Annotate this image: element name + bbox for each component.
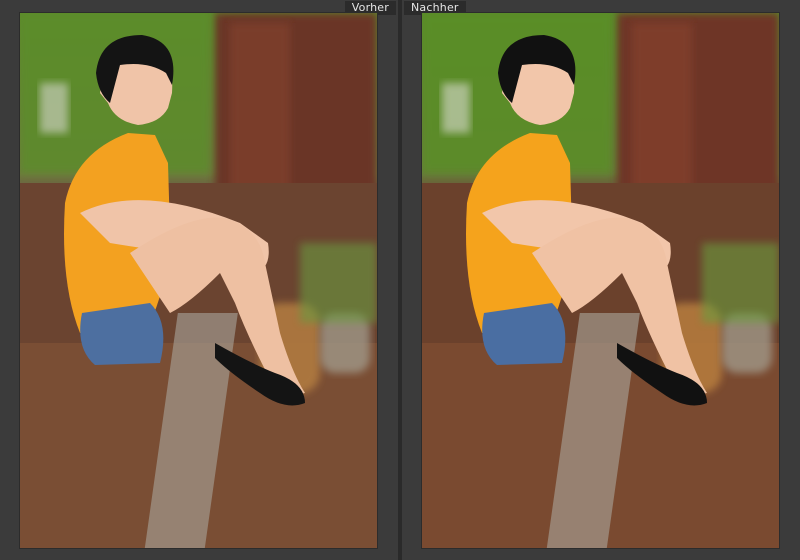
- compare-view: Vorher Nachher: [0, 0, 800, 560]
- after-photo[interactable]: [422, 13, 779, 548]
- after-pane: Nachher: [402, 0, 800, 560]
- before-pane: Vorher: [0, 0, 398, 560]
- before-photo[interactable]: [20, 13, 377, 548]
- photo-after-image: [422, 13, 779, 548]
- photo-before-image: [20, 13, 377, 548]
